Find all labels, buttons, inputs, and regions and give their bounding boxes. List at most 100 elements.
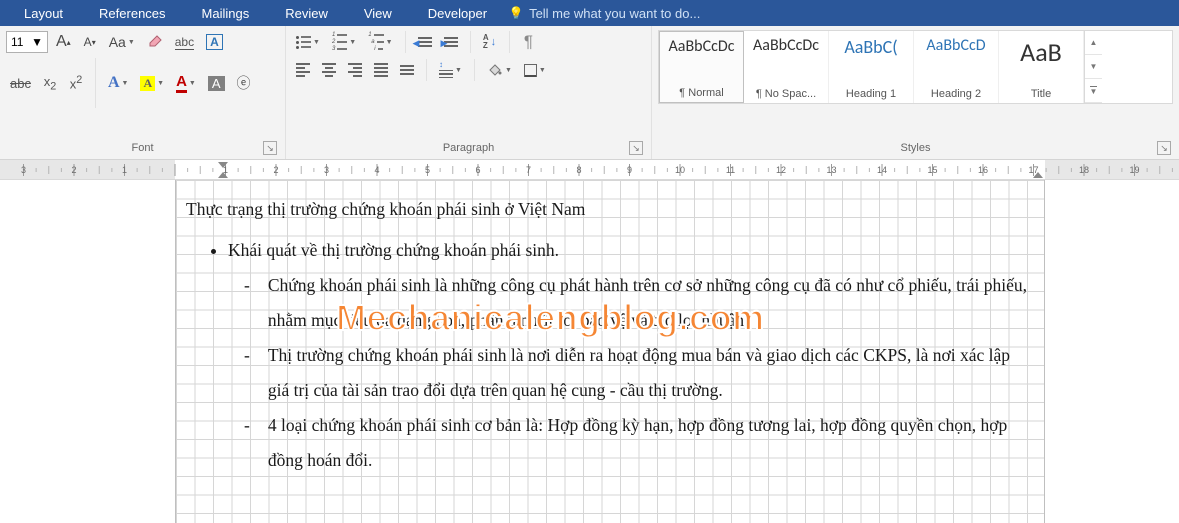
gallery-scroll-down[interactable]: ▼ — [1085, 55, 1102, 79]
list-item: -4 loại chứng khoán phái sinh cơ bản là:… — [244, 408, 1034, 478]
style-name: Heading 2 — [918, 88, 994, 100]
circled-char-icon: ⓔ — [237, 73, 251, 93]
shrink-font-button[interactable]: A▾ — [79, 30, 101, 54]
tab-developer[interactable]: Developer — [410, 0, 505, 26]
font-color-button[interactable]: A▼ — [172, 71, 200, 95]
sort-az-icon: AZ ↓ — [483, 34, 496, 50]
svg-text:7: 7 — [526, 165, 531, 175]
phonetic-guide-button[interactable]: abc — [171, 30, 198, 54]
shading-button[interactable]: ▼ — [483, 58, 516, 82]
style-name: Heading 1 — [833, 88, 909, 100]
superscript-button[interactable]: x2 — [65, 71, 87, 95]
text-effects-button[interactable]: A▼ — [104, 71, 133, 95]
page[interactable]: Thực trạng thị trường chứng khoán phái s… — [175, 180, 1045, 523]
right-indent-marker[interactable] — [1033, 172, 1043, 178]
multilevel-list-button[interactable]: 1 a i ▼ — [364, 30, 396, 54]
paragraph-dialog-launcher[interactable]: ↘ — [629, 141, 643, 155]
paragraph-group-label: Paragraph ↘ — [292, 139, 645, 159]
style-name: ¶ Normal — [664, 87, 739, 99]
bullet-list-icon — [296, 36, 311, 49]
style-preview: AaBbCcDc — [753, 36, 819, 55]
decrease-indent-button[interactable]: ◀ — [414, 30, 436, 54]
numbering-button[interactable]: 1 2 3 ▼ — [328, 30, 360, 54]
borders-button[interactable]: ▼ — [520, 58, 550, 82]
styles-group-label: Styles ↘ — [658, 139, 1173, 159]
doc-title-line: Thực trạng thị trường chứng khoán phái s… — [186, 192, 1034, 227]
svg-text:15: 15 — [927, 165, 937, 175]
align-center-button[interactable] — [318, 58, 340, 82]
tab-references[interactable]: References — [81, 0, 183, 26]
character-shading-button[interactable]: A — [204, 71, 229, 95]
style-title[interactable]: AaB Title — [999, 31, 1084, 103]
svg-text:4: 4 — [374, 165, 379, 175]
horizontal-ruler[interactable]: 32112345678910111213141516171819 — [0, 160, 1179, 180]
tab-layout[interactable]: Layout — [6, 0, 81, 26]
align-right-button[interactable] — [344, 58, 366, 82]
multilevel-list-icon: 1 a i — [368, 33, 383, 52]
font-dialog-launcher[interactable]: ↘ — [263, 141, 277, 155]
style-preview: AaB — [1020, 36, 1062, 68]
first-line-indent-marker[interactable] — [218, 162, 228, 168]
svg-text:3: 3 — [324, 165, 329, 175]
clear-formatting-button[interactable] — [143, 30, 167, 54]
align-center-icon — [322, 63, 336, 76]
style-name: ¶ No Spac... — [748, 88, 824, 100]
chevron-down-icon: ▼ — [31, 35, 43, 49]
svg-text:11: 11 — [726, 165, 735, 175]
ribbon-tabbar: Layout References Mailings Review View D… — [0, 0, 1179, 26]
increase-indent-button[interactable]: ▶ — [440, 30, 462, 54]
outline-a-icon: A — [108, 74, 120, 92]
lightbulb-icon: 💡 — [509, 6, 523, 20]
subscript-button[interactable]: x2 — [39, 71, 61, 95]
tab-review[interactable]: Review — [267, 0, 346, 26]
highlight-color-button[interactable]: A▼ — [136, 71, 168, 95]
font-size-combo[interactable]: 11 ▼ — [6, 31, 48, 53]
ribbon-group-styles: AaBbCcDc ¶ Normal AaBbCcDc ¶ No Spac... … — [652, 26, 1179, 159]
strikethrough-button[interactable]: abc — [6, 71, 35, 95]
bullet-list: Khái quát về thị trường chứng khoán phái… — [186, 233, 1034, 268]
distributed-button[interactable] — [396, 58, 418, 82]
show-hide-marks-button[interactable]: ¶ — [518, 30, 540, 54]
align-distributed-icon — [400, 65, 414, 74]
tell-me-search[interactable]: 💡 Tell me what you want to do... — [509, 6, 700, 21]
svg-text:13: 13 — [826, 165, 836, 175]
bullets-button[interactable]: ▼ — [292, 30, 324, 54]
svg-text:2: 2 — [71, 165, 76, 175]
style-heading-1[interactable]: AaBbC( Heading 1 — [829, 31, 914, 103]
svg-text:9: 9 — [627, 165, 632, 175]
align-justify-icon — [374, 63, 388, 76]
enclose-characters-button[interactable]: ⓔ — [233, 71, 255, 95]
line-spacing-icon: ↕ — [439, 62, 453, 79]
style-name: Title — [1003, 88, 1079, 100]
ruler-ticks: 32112345678910111213141516171819 — [0, 160, 1179, 180]
change-case-button[interactable]: Aa▼ — [105, 30, 139, 54]
list-item: -Thị trường chứng khoán phái sinh là nơi… — [244, 338, 1034, 408]
highlight-a-icon: A — [140, 76, 155, 91]
svg-text:18: 18 — [1079, 165, 1089, 175]
svg-text:5: 5 — [425, 165, 430, 175]
pilcrow-icon: ¶ — [524, 32, 533, 52]
tab-mailings[interactable]: Mailings — [184, 0, 268, 26]
gallery-more[interactable]: ▼ — [1085, 79, 1102, 103]
grow-font-button[interactable]: A▴ — [52, 30, 75, 54]
hanging-indent-marker[interactable] — [218, 172, 228, 178]
tab-view[interactable]: View — [346, 0, 410, 26]
justify-button[interactable] — [370, 58, 392, 82]
gallery-scroll-up[interactable]: ▲ — [1085, 31, 1102, 55]
align-left-button[interactable] — [292, 58, 314, 82]
svg-text:1: 1 — [122, 165, 127, 175]
style-preview: AaBbC( — [844, 36, 897, 58]
character-border-button[interactable]: A — [202, 30, 227, 54]
svg-text:2: 2 — [273, 165, 278, 175]
tell-me-placeholder: Tell me what you want to do... — [529, 6, 700, 21]
sort-button[interactable]: AZ ↓ — [479, 30, 501, 54]
borders-icon — [524, 64, 537, 77]
number-list-icon: 1 2 3 — [332, 33, 347, 52]
styles-dialog-launcher[interactable]: ↘ — [1157, 141, 1171, 155]
svg-text:8: 8 — [576, 165, 581, 175]
line-spacing-button[interactable]: ↕ ▼ — [435, 58, 466, 82]
ribbon-group-font: 11 ▼ A▴ A▾ Aa▼ abc A abc x2 x2 A▼ A▼ A▼ — [0, 26, 286, 159]
style-no-spacing[interactable]: AaBbCcDc ¶ No Spac... — [744, 31, 829, 103]
style-normal[interactable]: AaBbCcDc ¶ Normal — [659, 31, 744, 103]
style-heading-2[interactable]: AaBbCcD Heading 2 — [914, 31, 999, 103]
